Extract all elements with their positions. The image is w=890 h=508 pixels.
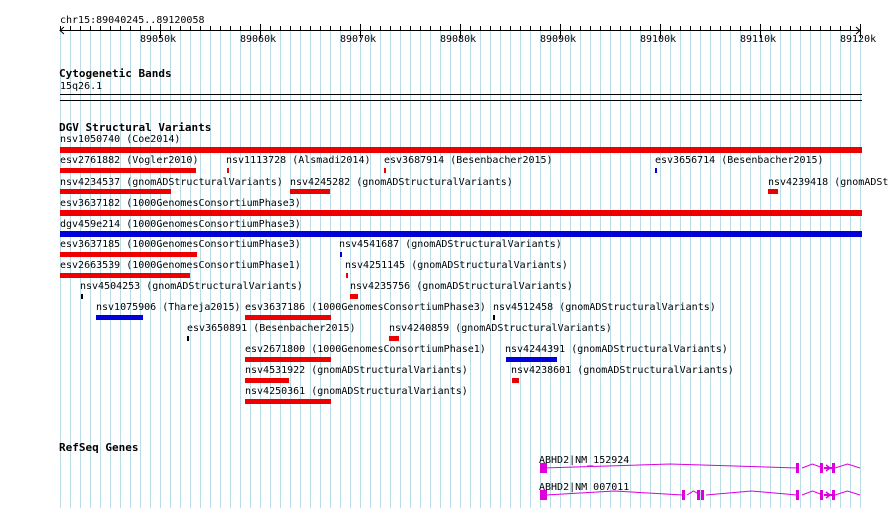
sv-feature-loss[interactable] <box>245 399 331 404</box>
sv-feature-label: nsv4234537 (gnomADStructuralVariants) <box>60 177 283 188</box>
sv-feature-loss[interactable] <box>245 378 289 383</box>
sv-feature-label: nsv1075906 (Thareja2015) <box>96 302 241 313</box>
sv-feature-gain[interactable] <box>96 315 143 320</box>
genome-browser-canvas[interactable]: chr15:89040245..89120058 89050k 89060k 890… <box>0 0 890 508</box>
intron-line <box>834 463 861 469</box>
intron-line <box>834 490 861 496</box>
sv-feature-loss[interactable] <box>60 168 196 173</box>
exon-block[interactable] <box>832 463 835 473</box>
sv-feature-label: nsv1050740 (Coe2014) <box>60 134 181 145</box>
sv-feature-loss[interactable] <box>512 378 519 383</box>
sv-feature-label: nsv4504253 (gnomADStructuralVariants) <box>80 281 303 292</box>
sv-feature-label: esv3637186 (1000GenomesConsortiumPhase3) <box>245 302 486 313</box>
sv-feature-label: nsv1113728 (Alsmadi2014) <box>226 155 371 166</box>
sv-feature-loss[interactable] <box>60 189 171 194</box>
sv-feature-label: esv3637185 (1000GenomesConsortiumPhase3) <box>60 239 301 250</box>
transcript-model[interactable] <box>535 461 875 475</box>
ruler-tick-label: 89080k <box>440 34 477 45</box>
sv-feature-label: esv3650891 (Besenbacher2015) <box>187 323 356 334</box>
sv-feature-label: esv2671800 (1000GenomesConsortiumPhase1) <box>245 344 486 355</box>
sv-feature-loss[interactable] <box>346 273 348 278</box>
sv-feature-loss[interactable] <box>768 189 778 194</box>
sv-feature-label: nsv4240859 (gnomADStructuralVariants) <box>389 323 612 334</box>
sv-feature-loss[interactable] <box>245 315 331 320</box>
intron-line <box>545 490 684 496</box>
sv-feature-label: nsv4250361 (gnomADStructuralVariants) <box>245 386 468 397</box>
sv-feature-label: nsv4235756 (gnomADStructuralVariants) <box>350 281 573 292</box>
sv-feature-point[interactable] <box>493 315 495 320</box>
sv-feature-loss[interactable] <box>290 189 330 194</box>
ruler-tick-label: 89100k <box>640 34 677 45</box>
sv-feature-label: nsv4251145 (gnomADStructuralVariants) <box>345 260 568 271</box>
sv-feature-loss[interactable] <box>60 273 190 278</box>
ruler-tick-label: 89110k <box>740 34 777 45</box>
sv-feature-loss[interactable] <box>389 336 399 341</box>
sv-feature-loss[interactable] <box>350 294 358 299</box>
sv-feature-gain[interactable] <box>506 357 557 362</box>
sv-feature-loss[interactable] <box>227 168 229 173</box>
ruler-tick-label: 89120k <box>840 34 877 45</box>
sv-feature-gain[interactable] <box>60 231 862 237</box>
exon-block[interactable] <box>796 463 799 473</box>
transcript-model[interactable] <box>535 488 875 502</box>
exon-block[interactable] <box>820 463 823 473</box>
ruler-tick-label: 89060k <box>240 34 277 45</box>
ruler-tick-label: 89070k <box>340 34 377 45</box>
intron-line <box>705 490 798 496</box>
exon-block[interactable] <box>832 490 835 500</box>
exon-block[interactable] <box>697 490 700 500</box>
exon-block[interactable] <box>682 490 685 500</box>
cytoband-label: 15q26.1 <box>60 81 103 92</box>
sv-feature-loss[interactable] <box>60 210 862 216</box>
track-title-cytoband[interactable]: Cytogenetic Bands <box>59 68 172 80</box>
exon-block[interactable] <box>701 490 704 500</box>
sv-feature-loss[interactable] <box>60 252 197 257</box>
cytoband-bar[interactable] <box>60 94 862 95</box>
sv-feature-label: esv3687914 (Besenbacher2015) <box>384 155 553 166</box>
sv-feature-label: dgv459e214 (1000GenomesConsortiumPhase3) <box>60 219 301 230</box>
sv-feature-point[interactable] <box>187 336 189 341</box>
sv-feature-label: nsv4239418 (gnomADSt <box>768 177 889 188</box>
sv-feature-label: nsv4244391 (gnomADStructuralVariants) <box>505 344 728 355</box>
sv-feature-point[interactable] <box>81 294 83 299</box>
track-divider <box>60 100 862 101</box>
sv-feature-gain[interactable] <box>655 168 657 173</box>
sv-feature-loss[interactable] <box>60 147 862 153</box>
sv-feature-label: esv2761882 (Vogler2010) <box>60 155 199 166</box>
track-title-refseq[interactable]: RefSeq Genes <box>59 442 138 454</box>
sv-feature-loss[interactable] <box>384 168 386 173</box>
exon-block[interactable] <box>820 490 823 500</box>
exon-block[interactable] <box>540 463 547 473</box>
ruler-tick-label: 89090k <box>540 34 577 45</box>
exon-block[interactable] <box>540 490 547 500</box>
sv-feature-label: esv2663539 (1000GenomesConsortiumPhase1) <box>60 260 301 271</box>
sv-feature-label: nsv4512458 (gnomADStructuralVariants) <box>493 302 716 313</box>
sv-feature-label: nsv4531922 (gnomADStructuralVariants) <box>245 365 468 376</box>
intron-line <box>801 490 824 496</box>
sv-feature-label: esv3637182 (1000GenomesConsortiumPhase3) <box>60 198 301 209</box>
ruler-tick-label: 89050k <box>140 34 177 45</box>
sv-feature-label: esv3656714 (Besenbacher2015) <box>655 155 824 166</box>
sv-feature-label: nsv4541687 (gnomADStructuralVariants) <box>339 239 562 250</box>
sv-feature-loss[interactable] <box>245 357 331 362</box>
intron-line <box>801 463 824 469</box>
exon-block[interactable] <box>796 490 799 500</box>
sv-feature-label: nsv4245282 (gnomADStructuralVariants) <box>290 177 513 188</box>
sv-feature-label: nsv4238601 (gnomADStructuralVariants) <box>511 365 734 376</box>
track-title-dgv[interactable]: DGV Structural Variants <box>59 122 211 134</box>
sv-feature-gain[interactable] <box>340 252 342 257</box>
intron-line <box>542 463 798 469</box>
